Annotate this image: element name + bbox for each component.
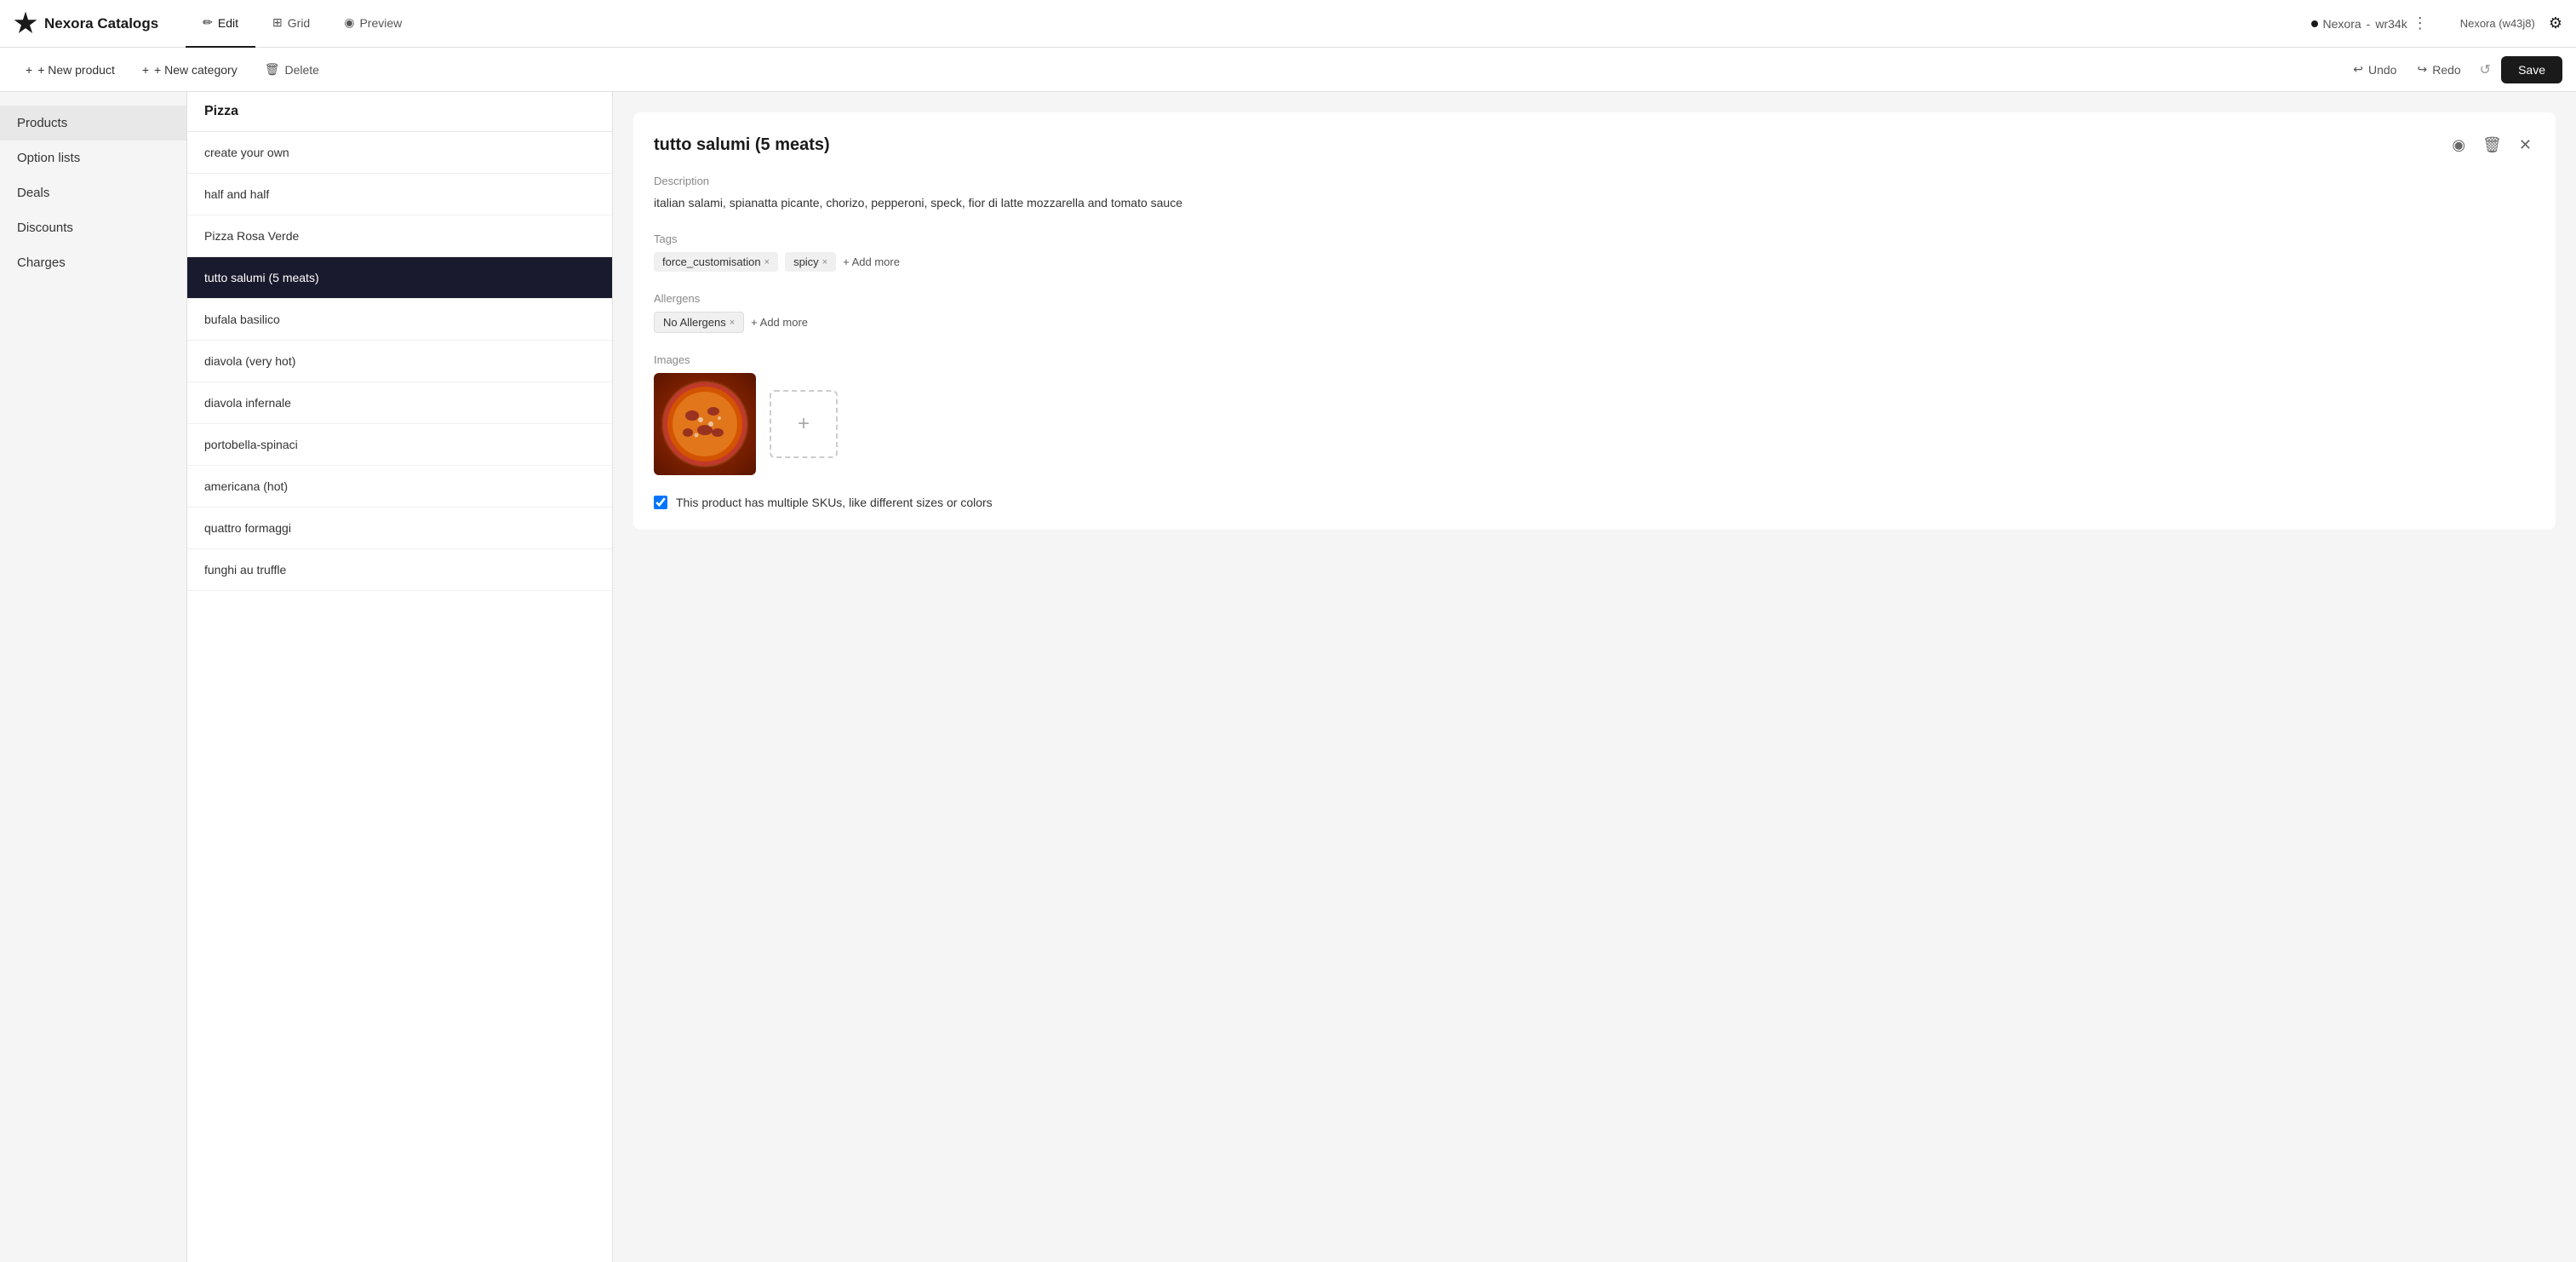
tags-row: force_customisation × spicy × + Add more xyxy=(654,252,2535,272)
allergens-label: Allergens xyxy=(654,292,2535,305)
brand-name: Nexora Catalogs xyxy=(44,15,158,32)
sidebar: Products Option lists Deals Discounts Ch… xyxy=(0,92,187,1262)
list-item[interactable]: portobella-spinaci xyxy=(187,424,612,466)
list-item[interactable]: funghi au truffle xyxy=(187,549,612,591)
list-item[interactable]: create your own xyxy=(187,132,612,174)
tags-label: Tags xyxy=(654,232,2535,245)
list-item[interactable]: diavola (very hot) xyxy=(187,341,612,382)
brand-logo xyxy=(14,12,37,36)
tags-section: Tags force_customisation × spicy × + Add… xyxy=(654,232,2535,272)
pizza-image-placeholder xyxy=(654,373,756,475)
description-label: Description xyxy=(654,175,2535,187)
brand: Nexora Catalogs xyxy=(14,12,158,36)
tag-remove-button[interactable]: × xyxy=(764,257,770,267)
workspace-code: wr34k xyxy=(2375,17,2407,31)
eye-icon: ◉ xyxy=(2452,136,2465,153)
undo-icon: ↩ xyxy=(2353,62,2363,77)
sku-section: This product has multiple SKUs, like dif… xyxy=(654,496,2535,509)
detail-panel: tutto salumi (5 meats) ◉ 🗑 ✕ Description xyxy=(613,92,2576,1262)
user-label: Nexora (w43j8) xyxy=(2460,17,2535,30)
redo-icon: ↪ xyxy=(2417,62,2427,77)
tag-item: spicy × xyxy=(785,252,836,272)
workspace-status-dot xyxy=(2311,20,2318,27)
images-row: + xyxy=(654,373,2535,475)
plus-icon: + xyxy=(26,63,32,77)
tab-edit[interactable]: ✏ Edit xyxy=(186,0,255,48)
plus-icon: + xyxy=(798,412,810,436)
undo-button[interactable]: ↩ Undo xyxy=(2344,57,2405,82)
plus-icon: + xyxy=(142,63,149,77)
sidebar-item-option-lists[interactable]: Option lists xyxy=(0,141,186,175)
description-text: italian salami, spianatta picante, chori… xyxy=(654,194,2535,212)
tag-label: spicy xyxy=(793,255,819,268)
list-item-selected[interactable]: tutto salumi (5 meats) xyxy=(187,257,612,299)
detail-actions: ◉ 🗑 ✕ xyxy=(2448,133,2535,158)
list-item[interactable]: bufala basilico xyxy=(187,299,612,341)
delete-product-button[interactable]: 🗑 xyxy=(2479,133,2505,158)
sku-checkbox[interactable] xyxy=(654,496,667,509)
images-label: Images xyxy=(654,353,2535,366)
close-button[interactable]: ✕ xyxy=(2516,133,2535,158)
settings-icon[interactable]: ⚙ xyxy=(2549,14,2562,32)
add-allergen-button[interactable]: + Add more xyxy=(751,316,808,329)
category-header: Pizza xyxy=(187,92,612,132)
allergen-tag: No Allergens × xyxy=(654,312,744,333)
workspace-more-button[interactable]: ⋮ xyxy=(2407,11,2433,36)
tag-remove-button[interactable]: × xyxy=(822,257,827,267)
workspace-info: Nexora - wr34k xyxy=(2311,17,2407,31)
sidebar-item-discounts[interactable]: Discounts xyxy=(0,210,186,245)
add-image-button[interactable]: + xyxy=(770,390,838,458)
view-button[interactable]: ◉ xyxy=(2448,133,2469,158)
add-tag-button[interactable]: + Add more xyxy=(843,255,900,268)
allergens-row: No Allergens × + Add more xyxy=(654,312,2535,333)
tab-preview[interactable]: ◉ Preview xyxy=(327,0,419,48)
detail-card: tutto salumi (5 meats) ◉ 🗑 ✕ Description xyxy=(633,112,2556,530)
detail-title: tutto salumi (5 meats) xyxy=(654,135,2448,155)
description-section: Description italian salami, spianatta pi… xyxy=(654,175,2535,212)
workspace-name: Nexora xyxy=(2323,17,2361,31)
sidebar-item-deals[interactable]: Deals xyxy=(0,175,186,210)
workspace-separator: - xyxy=(2367,17,2371,31)
new-product-button[interactable]: + + New product xyxy=(14,58,127,82)
new-category-button[interactable]: + + New category xyxy=(130,58,249,82)
delete-button[interactable]: 🗑 Delete xyxy=(253,57,331,82)
redo-button[interactable]: ↪ Redo xyxy=(2408,57,2469,82)
detail-header: tutto salumi (5 meats) ◉ 🗑 ✕ xyxy=(654,133,2535,158)
list-item[interactable]: diavola infernale xyxy=(187,382,612,424)
top-nav: Nexora Catalogs ✏ Edit ⊞ Grid ◉ Preview … xyxy=(0,0,2576,48)
save-button[interactable]: Save xyxy=(2501,56,2562,83)
close-icon: ✕ xyxy=(2519,136,2532,153)
sidebar-item-charges[interactable]: Charges xyxy=(0,245,186,280)
trash-icon: 🗑 xyxy=(2482,136,2502,153)
trash-icon: 🗑 xyxy=(265,62,280,77)
list-item[interactable]: Pizza Rosa Verde xyxy=(187,215,612,257)
tag-item: force_customisation × xyxy=(654,252,778,272)
tag-label: force_customisation xyxy=(662,255,761,268)
product-image[interactable] xyxy=(654,373,756,475)
product-list: Pizza create your own half and half Pizz… xyxy=(187,92,613,1262)
toolbar: + + New product + + New category 🗑 Delet… xyxy=(0,48,2576,92)
refresh-button[interactable]: ↺ xyxy=(2473,56,2498,83)
eye-icon: ◉ xyxy=(344,15,354,30)
list-item[interactable]: quattro formaggi xyxy=(187,508,612,549)
allergens-section: Allergens No Allergens × + Add more xyxy=(654,292,2535,333)
tab-grid[interactable]: ⊞ Grid xyxy=(255,0,327,48)
list-item[interactable]: half and half xyxy=(187,174,612,215)
images-section: Images xyxy=(654,353,2535,475)
main-layout: Products Option lists Deals Discounts Ch… xyxy=(0,92,2576,1262)
pizza-svg xyxy=(658,377,752,471)
list-item[interactable]: americana (hot) xyxy=(187,466,612,508)
sidebar-item-products[interactable]: Products xyxy=(0,106,186,141)
allergen-remove-button[interactable]: × xyxy=(730,318,735,328)
sku-label[interactable]: This product has multiple SKUs, like dif… xyxy=(676,496,993,509)
pencil-icon: ✏ xyxy=(203,15,213,30)
allergen-label: No Allergens xyxy=(663,316,726,329)
grid-icon: ⊞ xyxy=(272,15,283,30)
